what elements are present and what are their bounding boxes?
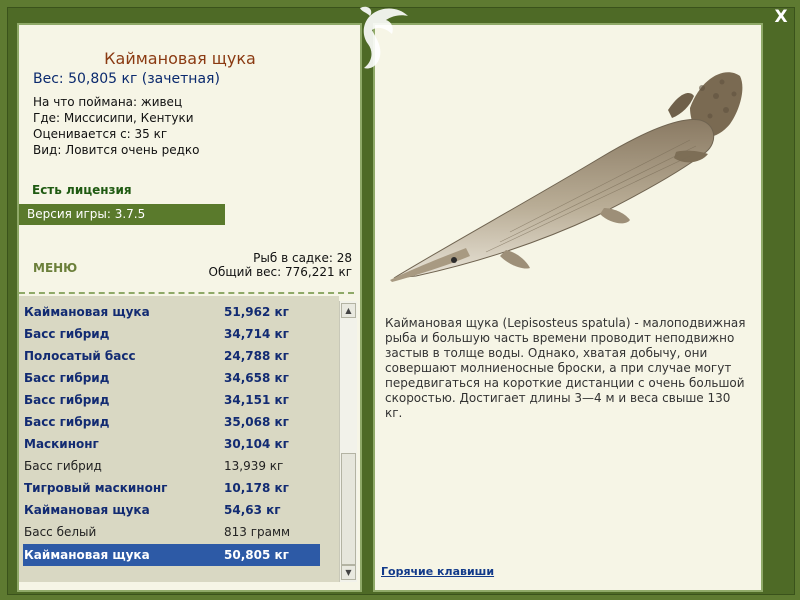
fish-description: Каймановая щука (Lepisosteus spatula) - … [385,316,746,420]
dolphin-logo-icon [360,6,408,69]
list-item[interactable]: Каймановая щука 51,962 кг [23,301,320,323]
list-item[interactable]: Тигровый маскинонг 10,178 кг [23,477,320,499]
info-bait: На что поймана: живец [33,95,183,109]
scroll-thumb[interactable] [341,453,356,565]
list-item[interactable]: Полосатый басс 24,788 кг [23,345,320,367]
list-item[interactable]: Басс гибрид 13,939 кг [23,455,320,477]
fish-weight: Вес: 50,805 кг (зачетная) [33,71,220,87]
fish-image [390,72,743,282]
info-location: Где: Миссисипи, Кентуки [33,111,194,125]
menu-button[interactable]: МЕНЮ [33,261,77,275]
info-rated-from: Оценивается с: 35 кг [33,127,168,141]
fish-title: Каймановая щука [104,49,256,68]
close-button[interactable]: X [771,7,791,27]
chevron-up-icon: ▲ [345,306,352,315]
list-item[interactable]: Басс белый 813 грамм [23,521,320,543]
list-item[interactable]: Басс гибрид 34,714 кг [23,323,320,345]
scroll-up-button[interactable]: ▲ [341,303,356,318]
fish-count: Рыб в садке: 28 [253,251,352,265]
divider [19,292,354,294]
chevron-down-icon: ▼ [345,568,352,577]
total-weight: Общий вес: 776,221 кг [208,265,352,279]
list-item[interactable]: Басс гибрид 35,068 кг [23,411,320,433]
info-rarity: Вид: Ловится очень редко [33,143,200,157]
list-scrollbar[interactable]: ▲ ▼ [339,301,357,582]
hotkeys-link[interactable]: Горячие клавиши [381,565,494,578]
close-icon: X [774,7,788,27]
game-version: Версия игры: 3.7.5 [27,207,146,221]
license-status: Есть лицензия [32,183,132,197]
list-item[interactable]: Басс гибрид 34,658 кг [23,367,320,389]
catch-list: Каймановая щука 51,962 кг Басс гибрид 34,7… [19,296,339,582]
scroll-down-button[interactable]: ▼ [341,565,356,580]
version-bar: Версия игры: 3.7.5 [19,204,225,225]
list-item[interactable]: Басс гибрид 34,151 кг [23,389,320,411]
list-item-selected[interactable]: Каймановая щука 50,805 кг [23,544,320,566]
list-item[interactable]: Маскинонг 30,104 кг [23,433,320,455]
list-item[interactable]: Каймановая щука 54,63 кг [23,499,320,521]
